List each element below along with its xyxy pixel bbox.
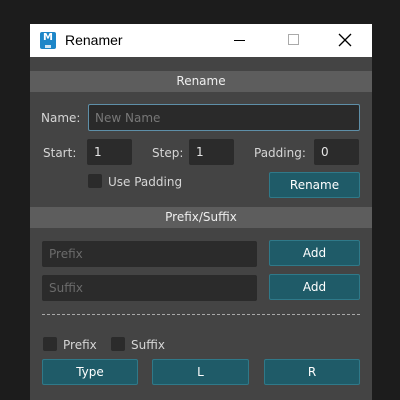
use-padding-label: Use Padding xyxy=(108,175,183,189)
padding-input[interactable] xyxy=(314,139,359,165)
add-prefix-button[interactable]: Add xyxy=(269,240,360,266)
l-button[interactable]: L xyxy=(152,359,249,385)
window-title: Renamer xyxy=(65,32,123,48)
start-input[interactable] xyxy=(87,139,132,165)
minimize-icon[interactable] xyxy=(216,24,262,57)
name-input[interactable] xyxy=(88,104,360,131)
prefix-checkbox[interactable] xyxy=(43,337,57,351)
add-suffix-button[interactable]: Add xyxy=(269,274,360,300)
start-label: Start: xyxy=(43,146,77,160)
use-padding-checkbox[interactable] xyxy=(88,174,102,188)
padding-label: Padding: xyxy=(254,146,306,160)
prefix-checkbox-label: Prefix xyxy=(63,338,97,352)
app-icon: M xyxy=(40,32,56,49)
type-button[interactable]: Type xyxy=(42,359,138,385)
rename-button[interactable]: Rename xyxy=(269,172,360,198)
prefix-suffix-section-header: Prefix/Suffix xyxy=(30,207,372,228)
close-icon[interactable] xyxy=(322,24,368,57)
name-label: Name: xyxy=(41,111,81,125)
step-input[interactable] xyxy=(189,139,234,165)
prefix-input[interactable] xyxy=(42,241,257,267)
suffix-checkbox-label: Suffix xyxy=(131,338,165,352)
maximize-icon[interactable] xyxy=(270,24,316,57)
rename-section-header: Rename xyxy=(30,71,372,92)
suffix-input[interactable] xyxy=(42,275,257,301)
renamer-window: M Renamer Rename Name: Start: Step: Padd… xyxy=(30,24,372,400)
suffix-checkbox[interactable] xyxy=(111,337,125,351)
step-label: Step: xyxy=(152,146,184,160)
dashed-divider xyxy=(42,314,360,315)
title-bar[interactable]: M Renamer xyxy=(30,24,372,57)
r-button[interactable]: R xyxy=(264,359,360,385)
